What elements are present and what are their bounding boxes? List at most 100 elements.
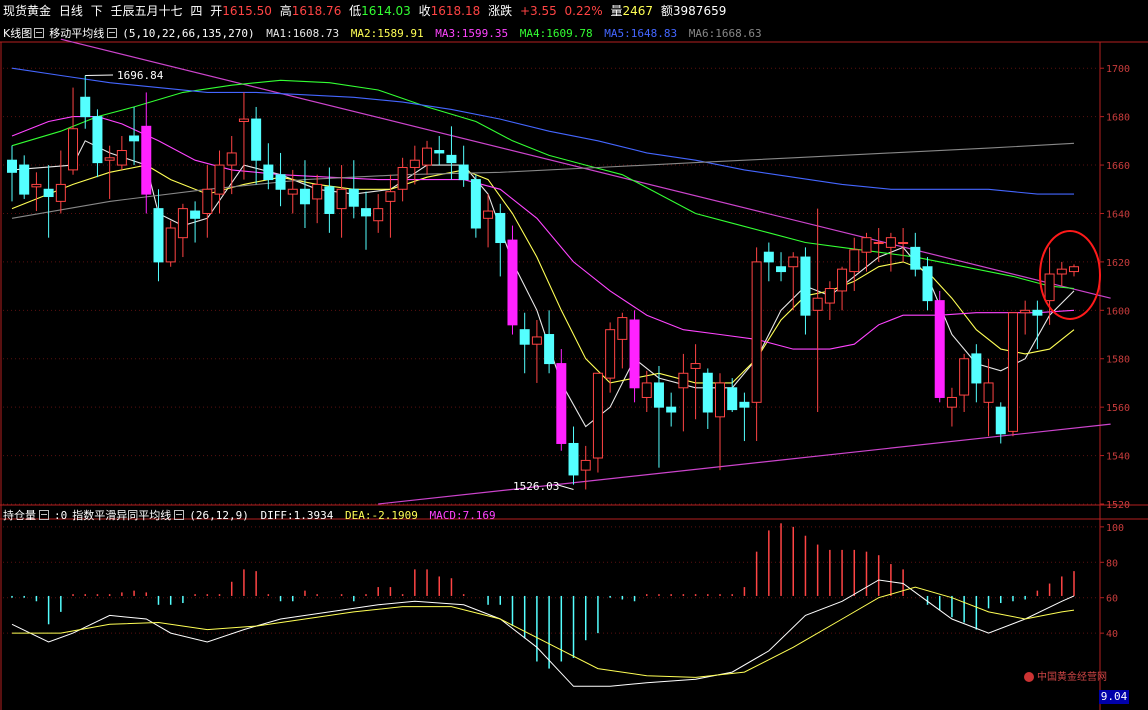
y-tick-label: 1660 — [1106, 161, 1130, 172]
candle-body — [336, 188, 347, 210]
candle — [678, 353, 689, 432]
candle — [31, 172, 42, 212]
annotation-low: 1526.03 — [513, 480, 559, 493]
oi-label[interactable]: 持仓量 — [3, 509, 36, 522]
change-value: +3.55 — [519, 4, 557, 18]
candle-body — [263, 164, 274, 181]
candle-body — [531, 336, 542, 345]
candle-body — [849, 249, 860, 273]
candle — [202, 165, 213, 238]
y-tick-label: 1640 — [1106, 209, 1130, 220]
diff-value: DIFF:1.3934 — [260, 509, 334, 522]
candle — [519, 312, 530, 374]
candle — [214, 150, 225, 214]
candle-body — [1007, 312, 1018, 432]
indicator-name[interactable]: 移动平均线 — [49, 27, 104, 40]
candle — [348, 160, 359, 219]
candle — [629, 310, 640, 403]
candle — [129, 106, 140, 166]
candle — [1007, 312, 1018, 437]
ma4-value: MA4:1609.78 — [519, 27, 593, 40]
candle — [873, 228, 884, 262]
candle — [1044, 247, 1055, 325]
ma-line-ma2 — [11, 164, 1075, 384]
candle-body — [812, 297, 823, 311]
candle-body — [385, 191, 396, 202]
candle-body — [55, 183, 66, 202]
candle — [287, 169, 298, 214]
candle — [800, 247, 811, 335]
candle — [336, 165, 347, 238]
candle-body — [934, 300, 945, 398]
annotation-low-leader — [557, 484, 574, 490]
ma-params: (5,10,22,66,135,270) — [122, 27, 255, 40]
candle-body — [202, 188, 213, 214]
y-tick-label: 1520 — [1106, 500, 1130, 511]
y-tick-label: 1540 — [1106, 452, 1130, 463]
macd-name[interactable]: 指数平滑异同平均线 — [72, 509, 171, 522]
candle-body — [129, 135, 140, 142]
y-tick-label: 1600 — [1106, 306, 1130, 317]
candle — [580, 445, 591, 490]
candle-body — [544, 334, 555, 365]
candle-body — [324, 186, 335, 214]
lunar-date: 壬辰五月十七 — [110, 4, 183, 18]
candle-body — [165, 227, 176, 263]
candle-body — [1020, 309, 1031, 314]
candle — [934, 290, 945, 403]
candle-body — [702, 372, 713, 413]
candle — [959, 353, 970, 412]
candle — [556, 349, 567, 451]
candle — [19, 155, 30, 199]
candle-body — [727, 387, 738, 411]
candle-body — [837, 268, 848, 292]
candle-body — [483, 210, 494, 219]
candle — [592, 372, 603, 473]
candle — [373, 194, 384, 233]
candle-body — [80, 96, 91, 118]
candle-body — [568, 442, 579, 476]
candle-body — [824, 288, 835, 304]
candle-body — [397, 166, 408, 190]
y-tick-label: 40 — [1106, 629, 1118, 640]
kline-label[interactable]: K线图 — [3, 27, 32, 40]
candle — [739, 392, 750, 442]
collapse-icon[interactable] — [34, 28, 45, 38]
candle — [776, 252, 787, 282]
ma6-value: MA6:1668.63 — [688, 27, 762, 40]
candle-body — [434, 150, 445, 154]
candle-body — [922, 266, 933, 302]
collapse-icon[interactable] — [39, 510, 49, 520]
candle-body — [556, 363, 567, 444]
candle-body — [104, 157, 115, 161]
change-label: 涨跌 — [488, 4, 513, 18]
candle-body — [873, 242, 884, 245]
candle-body — [519, 329, 530, 345]
weekday: 四 — [190, 4, 203, 18]
collapse-icon[interactable] — [107, 28, 118, 38]
candle-body — [446, 154, 457, 164]
ma-line-ma1 — [11, 140, 1075, 428]
candle-body — [983, 382, 994, 403]
period-label: 日线 — [58, 4, 83, 18]
quote-header: 现货黄金 日线 下 壬辰五月十七 四 开1615.50 高1618.76 低16… — [3, 2, 730, 20]
candle-body — [348, 188, 359, 207]
candle-body — [409, 159, 420, 168]
candle — [666, 392, 677, 427]
candle — [531, 320, 542, 383]
candle — [946, 387, 957, 427]
corner-value: 9.04 — [1099, 690, 1129, 704]
candle — [1069, 264, 1079, 277]
high-label: 高 — [279, 4, 292, 18]
candle-body — [226, 152, 237, 166]
candle — [568, 426, 579, 485]
candle — [653, 366, 664, 468]
y-tick-label: 60 — [1106, 594, 1118, 605]
candle — [226, 136, 237, 195]
candle — [141, 92, 152, 214]
open-value: 1615.50 — [222, 4, 272, 18]
y-tick-label: 1680 — [1106, 113, 1130, 124]
candle-body — [898, 242, 909, 245]
collapse-icon[interactable] — [174, 510, 185, 520]
candle-body — [92, 116, 103, 164]
